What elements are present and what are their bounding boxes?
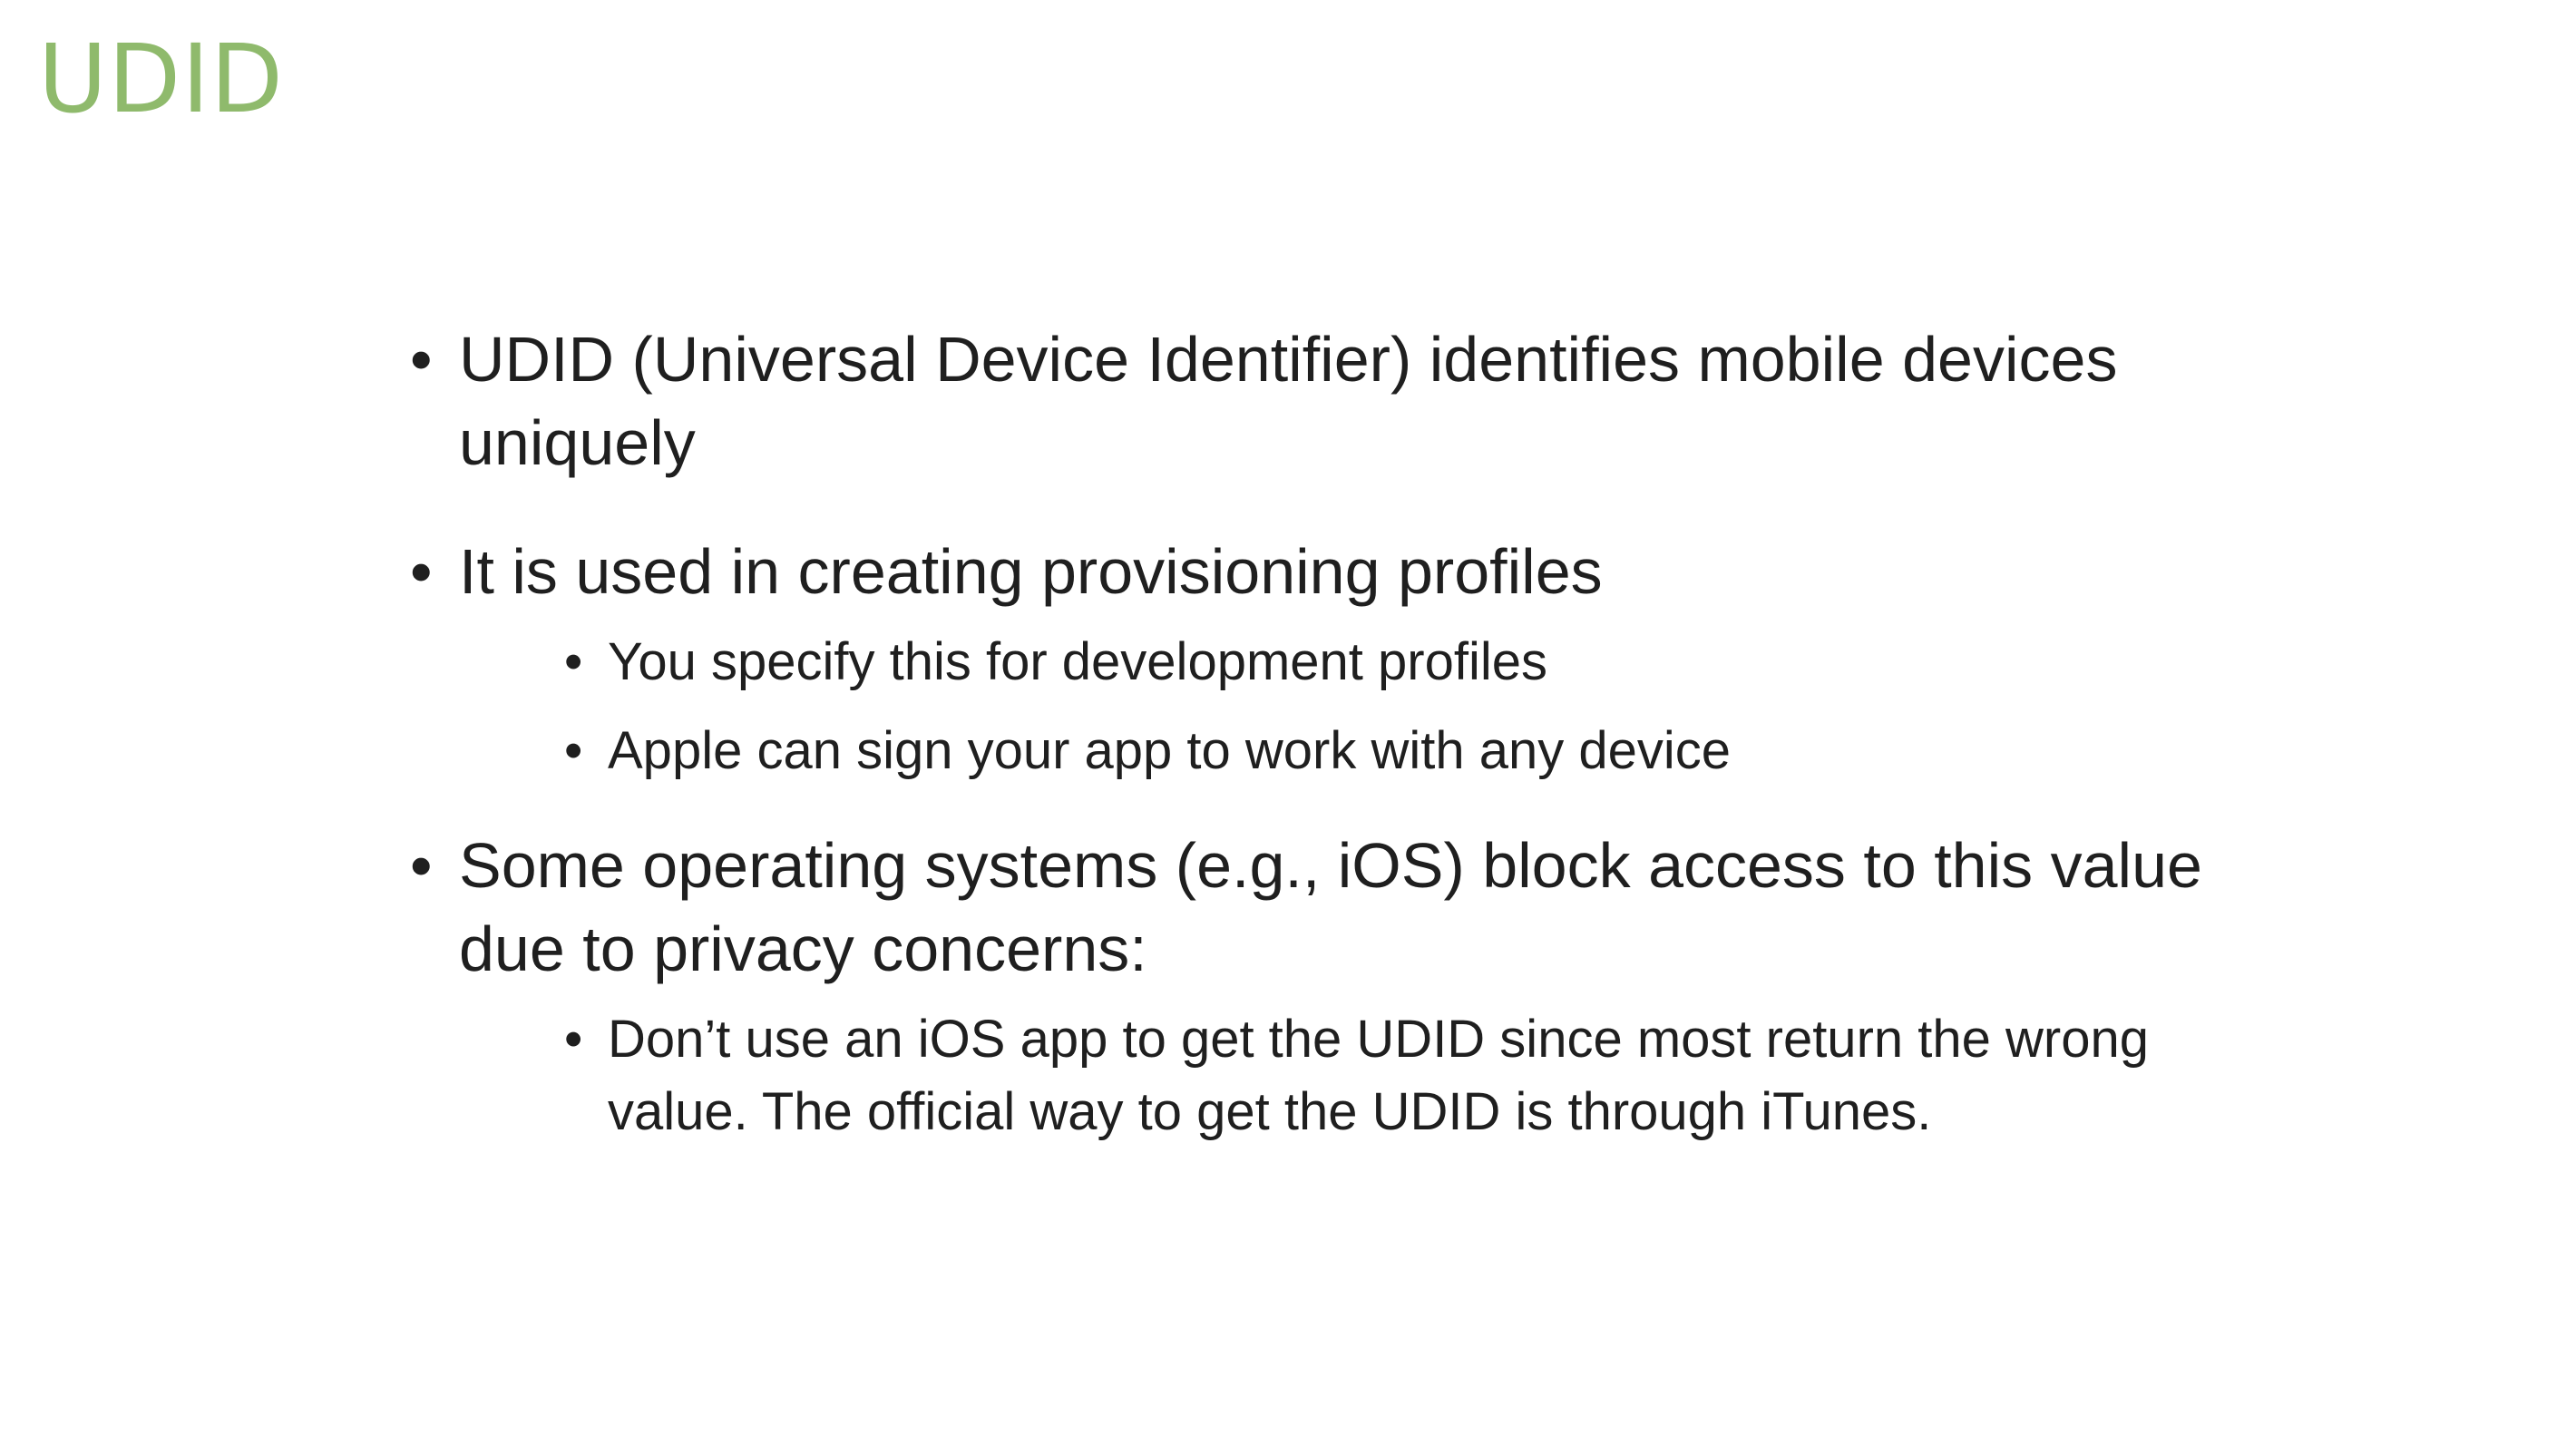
sub-bullet-dot: • <box>564 1010 583 1069</box>
sub-bullet-item: • You specify this for development profi… <box>559 626 2204 699</box>
bullet-text: It is used in creating provisioning prof… <box>459 536 1603 607</box>
sub-bullet-dot: • <box>564 632 583 691</box>
bullet-dot: • <box>410 830 433 901</box>
sub-bullet-list: • You specify this for development profi… <box>559 626 2204 787</box>
sub-bullet-text: Apple can sign your app to work with any… <box>608 721 1732 780</box>
bullet-item-1: • UDID (Universal Device Identifier) ide… <box>399 318 2204 484</box>
slide-title: UDID <box>38 24 284 134</box>
bullet-text: Some operating systems (e.g., iOS) block… <box>459 830 2202 984</box>
bullet-item-2: • It is used in creating provisioning pr… <box>399 530 2204 787</box>
sub-bullet-text: Don’t use an iOS app to get the UDID sin… <box>608 1010 2149 1141</box>
sub-bullet-list: • Don’t use an iOS app to get the UDID s… <box>559 1003 2204 1148</box>
slide-content: • UDID (Universal Device Identifier) ide… <box>399 318 2204 1194</box>
bullet-item-3: • Some operating systems (e.g., iOS) blo… <box>399 824 2204 1148</box>
sub-bullet-item: • Apple can sign your app to work with a… <box>559 715 2204 787</box>
sub-bullet-text: You specify this for development profile… <box>608 632 1547 691</box>
sub-bullet-dot: • <box>564 721 583 780</box>
bullet-dot: • <box>410 324 433 395</box>
slide: UDID • UDID (Universal Device Identifier… <box>0 0 2576 1446</box>
bullet-text: UDID (Universal Device Identifier) ident… <box>459 324 2118 478</box>
bullet-dot: • <box>410 536 433 607</box>
sub-bullet-item: • Don’t use an iOS app to get the UDID s… <box>559 1003 2204 1148</box>
